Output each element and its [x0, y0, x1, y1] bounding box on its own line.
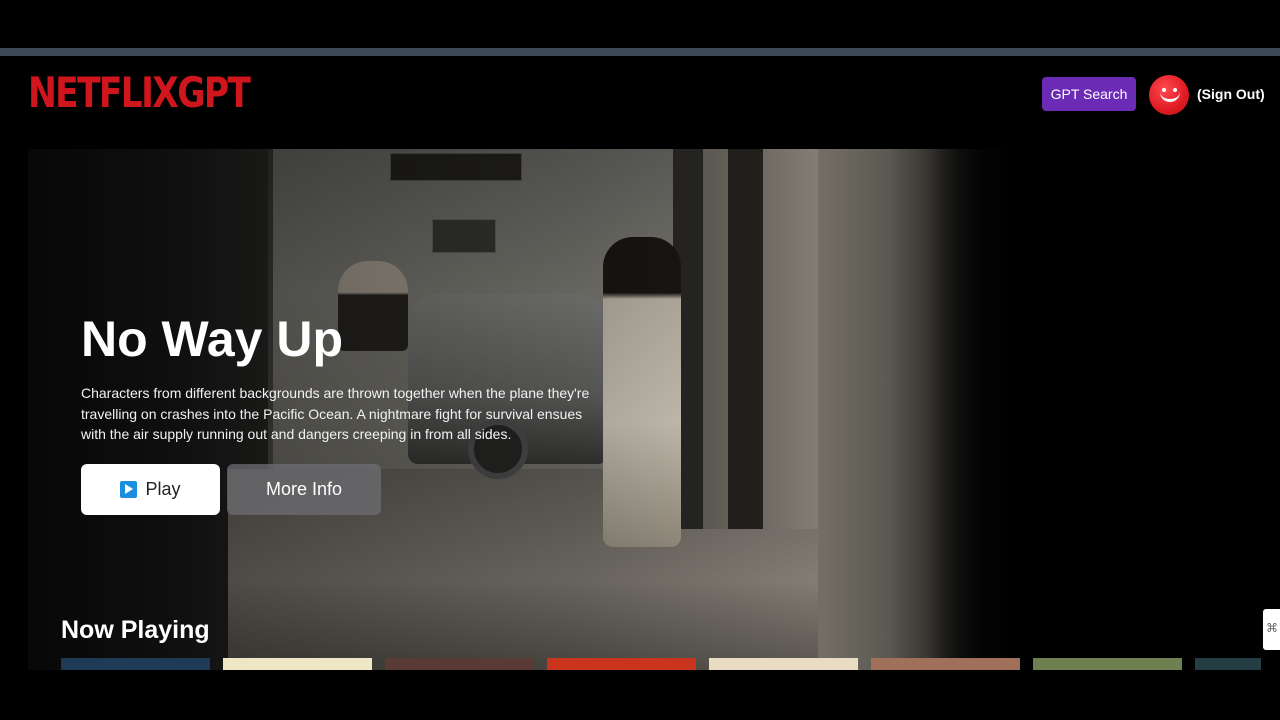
now-playing-title: Now Playing [61, 616, 210, 644]
play-button-label: Play [145, 479, 181, 499]
movie-poster-card[interactable] [709, 658, 858, 670]
movie-poster-card[interactable] [61, 658, 210, 670]
movie-poster-card[interactable] [385, 658, 534, 670]
user-avatar[interactable] [1149, 75, 1189, 115]
play-button[interactable]: Play [81, 464, 220, 515]
top-letterbox [0, 0, 1280, 48]
movie-poster-card[interactable] [1033, 658, 1182, 670]
hero-title: No Way Up [81, 311, 344, 367]
movie-poster-card[interactable] [223, 658, 372, 670]
movie-poster-card[interactable] [547, 658, 696, 670]
side-tab-icon: ⌘ [1266, 621, 1278, 635]
gpt-search-button[interactable]: GPT Search [1042, 77, 1136, 111]
sign-out-link[interactable]: (Sign Out) [1197, 86, 1265, 102]
movie-poster-card[interactable] [1195, 658, 1261, 670]
movie-poster-card[interactable] [871, 658, 1020, 670]
play-icon [120, 481, 138, 498]
now-playing-row [61, 658, 1261, 670]
more-info-button[interactable]: More Info [227, 464, 381, 515]
hero-overview: Characters from different backgrounds ar… [81, 385, 590, 442]
netflixgpt-logo[interactable]: NETFLIXGPT [28, 68, 251, 117]
browser-top-border [0, 48, 1280, 56]
side-extension-tab[interactable]: ⌘ [1263, 609, 1280, 650]
app-root: NETFLIXGPT GPT Search (Sign Out) No Way … [0, 56, 1280, 670]
bottom-letterbox [0, 670, 1280, 720]
